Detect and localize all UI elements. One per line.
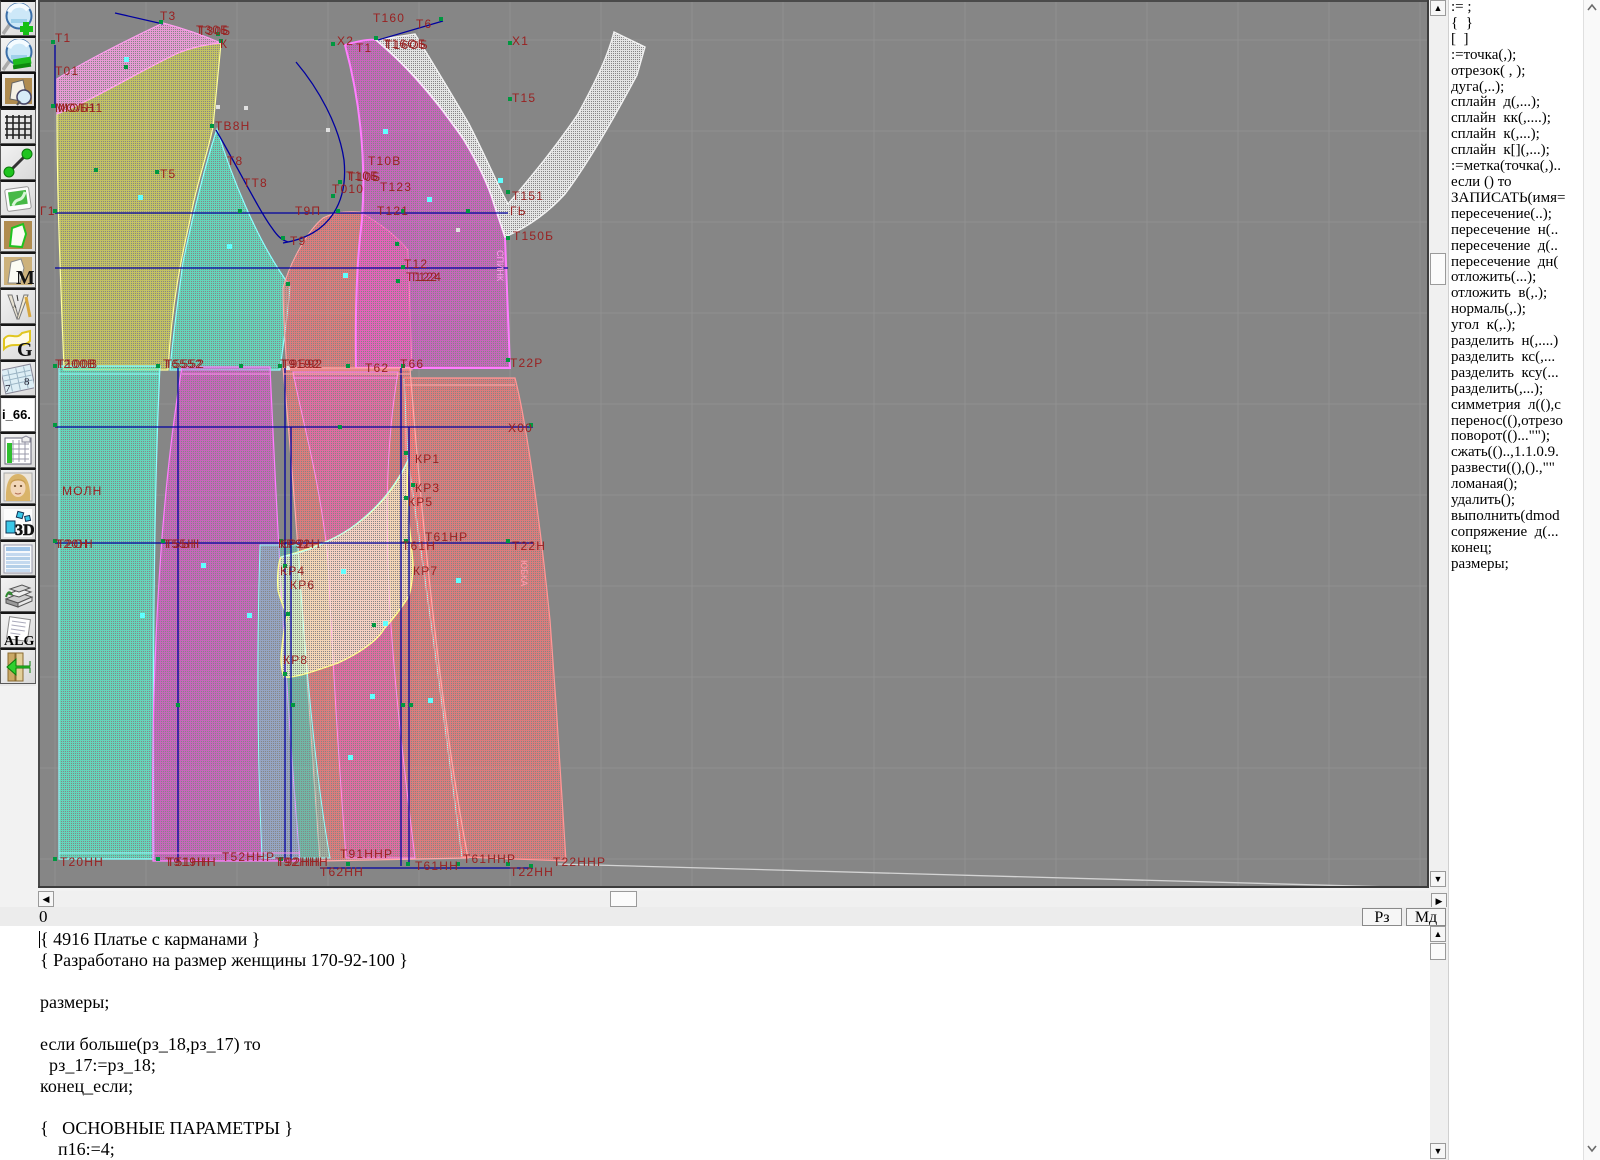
svg-text:Т62НН: Т62НН <box>320 865 364 879</box>
svg-text:Т160: Т160 <box>373 11 405 25</box>
svg-text:Т10В: Т10В <box>368 154 401 168</box>
svg-text:Т010: Т010 <box>332 182 364 196</box>
svg-text:Х00: Х00 <box>508 421 533 435</box>
svg-text:КР5: КР5 <box>408 495 433 509</box>
svg-text:Т1: Т1 <box>55 31 71 45</box>
svg-text:Х2: Х2 <box>337 34 354 48</box>
svg-text:Т16ОБ: Т16ОБ <box>385 38 429 52</box>
svg-text:Т20НН: Т20НН <box>60 855 104 869</box>
svg-text:Т2ОН: Т2ОН <box>57 537 94 551</box>
svg-text:G: G <box>17 339 33 359</box>
svg-text:Т9Б92: Т9Б92 <box>282 357 323 371</box>
svg-text:Т100В: Т100В <box>57 357 98 371</box>
svg-text:Т61НН: Т61НН <box>415 859 459 873</box>
svg-text:3D: 3D <box>15 522 34 539</box>
svg-text:КР3: КР3 <box>415 481 440 495</box>
svg-text:Т8: Т8 <box>227 154 243 168</box>
svg-text:Т52ННР: Т52ННР <box>222 850 275 864</box>
svg-text:Т22Р: Т22Р <box>510 356 543 370</box>
svg-text:Т5552: Т5552 <box>165 357 205 371</box>
svg-text:КР4: КР4 <box>280 564 305 578</box>
svg-text:Т9: Т9 <box>290 234 306 248</box>
svg-text:Т9П: Т9П <box>295 204 321 218</box>
svg-text:Т124: Т124 <box>410 270 442 284</box>
svg-text:ТТ8: ТТ8 <box>243 176 268 190</box>
svg-text:M: M <box>16 267 34 287</box>
svg-text:Т15: Т15 <box>512 91 536 105</box>
svg-text:КР6: КР6 <box>290 578 315 592</box>
svg-text:Т61ННР: Т61ННР <box>463 852 516 866</box>
svg-text:Т5ЬН: Т5ЬН <box>165 537 200 551</box>
svg-text:Т91ННР: Т91ННР <box>340 847 393 861</box>
svg-text:МОБ1: МОБ1 <box>58 101 97 115</box>
svg-text:Т22ННР: Т22ННР <box>553 855 606 869</box>
svg-text:A: A <box>13 305 17 310</box>
svg-text:Т61Н: Т61Н <box>402 539 436 553</box>
svg-text:Т6: Т6 <box>416 17 432 31</box>
svg-text:Т1: Т1 <box>356 41 372 55</box>
svg-text:Т92НН: Т92НН <box>277 855 321 869</box>
svg-text:МОЛН: МОЛН <box>62 484 103 498</box>
svg-text:КР1: КР1 <box>415 452 440 466</box>
svg-text:Т62: Т62 <box>365 361 389 375</box>
svg-text:Т12: Т12 <box>404 257 428 271</box>
svg-text:КР8: КР8 <box>283 653 308 667</box>
svg-text:Т01: Т01 <box>55 64 79 78</box>
svg-text:ГЬ: ГЬ <box>510 204 527 218</box>
svg-text:СПИНК: СПИНК <box>495 250 505 282</box>
svg-text:Т150Б: Т150Б <box>513 229 554 243</box>
svg-text:Х1: Х1 <box>512 34 529 48</box>
svg-text:Т22НН: Т22НН <box>510 865 554 879</box>
svg-text:8: 8 <box>24 376 30 388</box>
svg-text:Т5: Т5 <box>160 167 176 181</box>
svg-text:7: 7 <box>5 383 11 395</box>
svg-text:ЮБКА: ЮБКА <box>519 560 529 586</box>
svg-text:К: К <box>220 37 228 51</box>
svg-text:Т121: Т121 <box>377 204 409 218</box>
svg-text:Т51НН: Т51НН <box>167 855 211 869</box>
svg-text:КР2Н: КР2Н <box>280 537 315 551</box>
svg-text:Т22Н: Т22Н <box>512 539 546 553</box>
svg-text:КР7: КР7 <box>413 564 438 578</box>
svg-text:Т3: Т3 <box>160 9 176 23</box>
svg-text:Т123: Т123 <box>380 180 412 194</box>
svg-text:ALG: ALG <box>4 634 34 647</box>
svg-text:Т66: Т66 <box>400 357 424 371</box>
svg-text:Т30Б: Т30Б <box>198 24 231 38</box>
svg-text:Г1: Г1 <box>40 204 56 218</box>
svg-text:ТВ8Н: ТВ8Н <box>215 119 250 133</box>
svg-text:Т151: Т151 <box>512 189 544 203</box>
